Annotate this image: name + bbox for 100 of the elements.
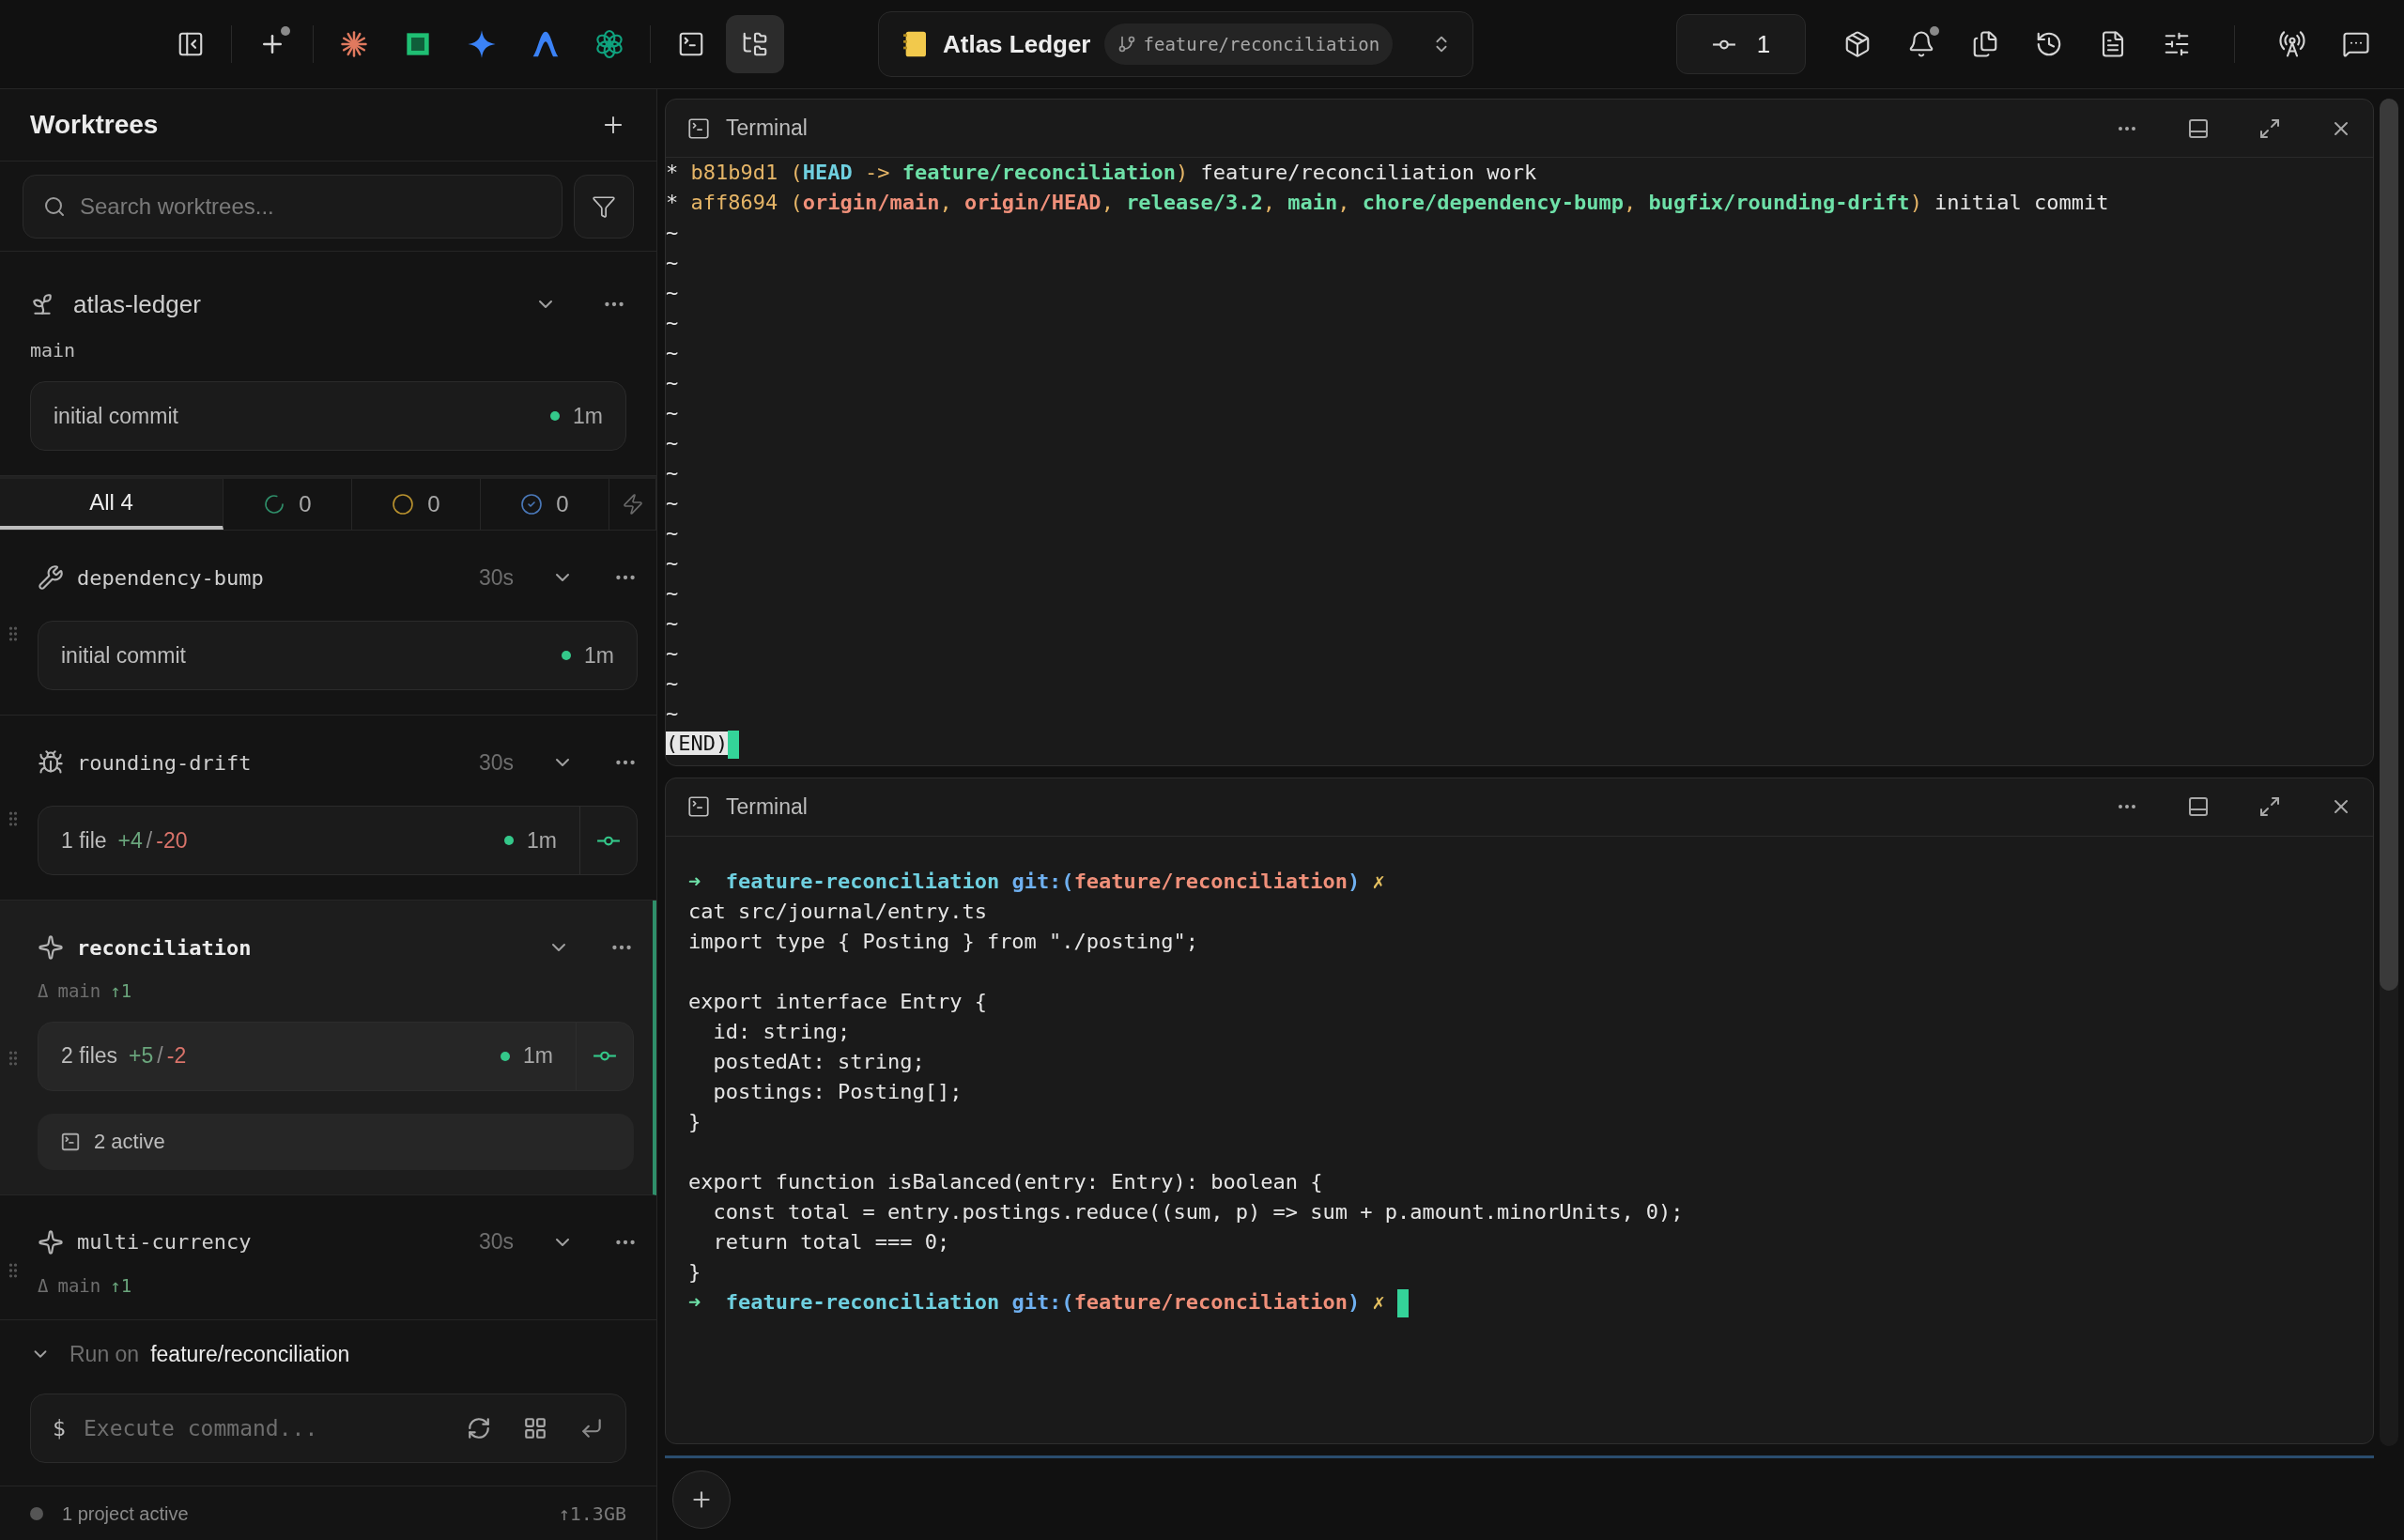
- terminal-line: return total === 0;: [712, 1228, 950, 1255]
- terminal-icon: [686, 794, 711, 819]
- package-icon: [1843, 30, 1872, 58]
- file-count: 1 file: [61, 826, 107, 855]
- project-status: 1 project active: [62, 1502, 189, 1526]
- terminal-line: ~: [666, 520, 679, 547]
- grid-icon[interactable]: [523, 1416, 547, 1440]
- commit-message: initial commit: [61, 641, 186, 670]
- terminal-line: ➜ feature-reconciliation git:(feature/reconciliation) ✗: [688, 1288, 1386, 1316]
- terminal-line: ~: [666, 340, 679, 366]
- worktree-item[interactable]: dependency-bump 30s initial commit 1m: [0, 531, 656, 716]
- terminal-line: ~: [666, 400, 679, 426]
- panel-toggle-icon: [177, 30, 205, 58]
- worktree-name: multi-currency: [77, 1229, 252, 1255]
- terminal-line: ~: [666, 460, 679, 486]
- filter-icon: [592, 193, 616, 219]
- base-branch: Δ main ↑1: [38, 1273, 133, 1298]
- scrollbar[interactable]: [2380, 99, 2398, 1446]
- enter-icon[interactable]: [579, 1416, 604, 1440]
- project-selector[interactable]: Atlas Ledger feature/reconciliation: [878, 11, 1473, 77]
- change-time: 1m: [527, 826, 557, 855]
- terminal-line: ~: [666, 280, 679, 306]
- terminal-line: }: [688, 1108, 701, 1135]
- refresh-icon[interactable]: [467, 1416, 491, 1440]
- diff-stats: +5 / -2: [129, 1042, 187, 1070]
- filter-tab[interactable]: 0: [223, 479, 352, 530]
- toolbar-button[interactable]: [726, 15, 784, 73]
- filter-tab[interactable]: All 4: [0, 479, 223, 530]
- chat-icon: [2342, 30, 2370, 58]
- bug-icon: [38, 749, 64, 776]
- terminal-line: ~: [666, 580, 679, 607]
- branch-name: feature/reconciliation: [1143, 32, 1380, 56]
- branch-icon: [1117, 35, 1136, 54]
- filter-tab[interactable]: 0: [352, 479, 481, 530]
- terminal-line: cat src/journal/entry.ts: [688, 898, 987, 925]
- wrench-icon: [38, 564, 64, 591]
- file-count: 2 files: [61, 1042, 118, 1070]
- search-field[interactable]: Search worktrees...: [23, 174, 562, 239]
- terminal-line: ~: [666, 550, 679, 577]
- commit-card[interactable]: initial commit 1m: [30, 381, 626, 451]
- worktree-age: 30s: [478, 1228, 514, 1256]
- commit-time: 1m: [573, 402, 603, 430]
- change-time: 1m: [523, 1042, 553, 1070]
- terminal-line: * b81b9d1 (HEAD -> feature/reconciliation) feature/reconciliation work: [666, 160, 1537, 186]
- worktree-name: dependency-bump: [77, 564, 264, 592]
- prompt-sign: $: [53, 1415, 66, 1442]
- knot-icon: [594, 29, 624, 59]
- terminal-line: postings: Posting[];: [712, 1078, 963, 1105]
- worktree-item[interactable]: rounding-drift 30s 1 file +4 / -20 1m: [0, 716, 656, 901]
- sliders-icon: [2163, 30, 2191, 58]
- filter-tab[interactable]: 0: [481, 479, 609, 530]
- repo-name: atlas-ledger: [73, 288, 201, 320]
- terminal-line: ~: [666, 370, 679, 396]
- terminal-line: export function isBalanced(entry: Entry): boolean {: [688, 1168, 1323, 1195]
- maximize-icon[interactable]: [2258, 795, 2281, 818]
- terminal-line: ~: [666, 430, 679, 456]
- commit-message: initial commit: [54, 402, 178, 430]
- terminal-line: id: string;: [712, 1018, 851, 1045]
- run-target: feature/reconciliation: [150, 1340, 350, 1368]
- terminal-title: Terminal: [726, 793, 808, 821]
- lightning-icon: [621, 493, 644, 516]
- terminal-line: ~: [666, 250, 679, 276]
- search-icon: [43, 194, 66, 218]
- project-name: Atlas Ledger: [943, 28, 1091, 60]
- base-branch: Δ main ↑1: [38, 979, 133, 1003]
- scrollbar-thumb[interactable]: [2380, 99, 2398, 991]
- commit-icon: [596, 835, 621, 846]
- worktree-name: reconciliation: [77, 934, 252, 962]
- changes-card[interactable]: 1 file +4 / -20 1m: [38, 806, 638, 875]
- maximize-icon[interactable]: [2258, 116, 2281, 140]
- panel-bottom-icon[interactable]: [2187, 795, 2210, 818]
- worktree-name: rounding-drift: [77, 749, 252, 777]
- commit-card[interactable]: initial commit 1m: [38, 621, 638, 690]
- square-icon: [405, 31, 431, 57]
- terminal-line: * aff8694 (origin/main, origin/HEAD, release/3.2, main, chore/dependency-bump, bugfix/rounding-drift) initial commit: [666, 190, 2109, 216]
- filter-button[interactable]: [574, 174, 634, 239]
- history-icon: [2035, 30, 2063, 58]
- terminal-line: }: [688, 1258, 701, 1286]
- terminal-line: ~: [666, 701, 679, 727]
- memory-usage: ↑1.3GB: [558, 1501, 626, 1527]
- terminal-line: ➜ feature-reconciliation git:(feature/reconciliation) ✗: [688, 868, 1385, 895]
- terminal-line: const total = entry.postings.reduce((sum, p) => sum + p.amount.minorUnits, 0);: [712, 1198, 1684, 1225]
- changes-card[interactable]: 2 files +5 / -2 1m: [38, 1021, 634, 1091]
- branch-chip[interactable]: feature/reconciliation: [1103, 23, 1394, 65]
- worktree-age: 30s: [478, 563, 514, 592]
- sidebar-title: Worktrees: [30, 109, 159, 141]
- folder-tree-icon: [741, 30, 769, 58]
- radio-tower-icon: [2278, 30, 2306, 58]
- terminal-line: ~: [666, 640, 679, 667]
- terminal-title: Terminal: [726, 115, 808, 143]
- terminal-line: ~: [666, 310, 679, 336]
- terminal-icon: [677, 30, 705, 58]
- commits-button[interactable]: 1: [1676, 14, 1806, 74]
- sparkle-icon: [38, 1228, 64, 1255]
- terminal-status[interactable]: 2 active: [38, 1113, 634, 1170]
- panel-bottom-icon[interactable]: [2187, 116, 2210, 140]
- worktree-item[interactable]: reconciliation Δ main ↑1 2 files +5 / -2 1m 2 active: [0, 901, 656, 1195]
- worktree-item[interactable]: multi-currency 30s Δ main ↑1: [0, 1194, 656, 1319]
- terminal-icon: [686, 116, 711, 141]
- commit-icon: [1711, 38, 1736, 50]
